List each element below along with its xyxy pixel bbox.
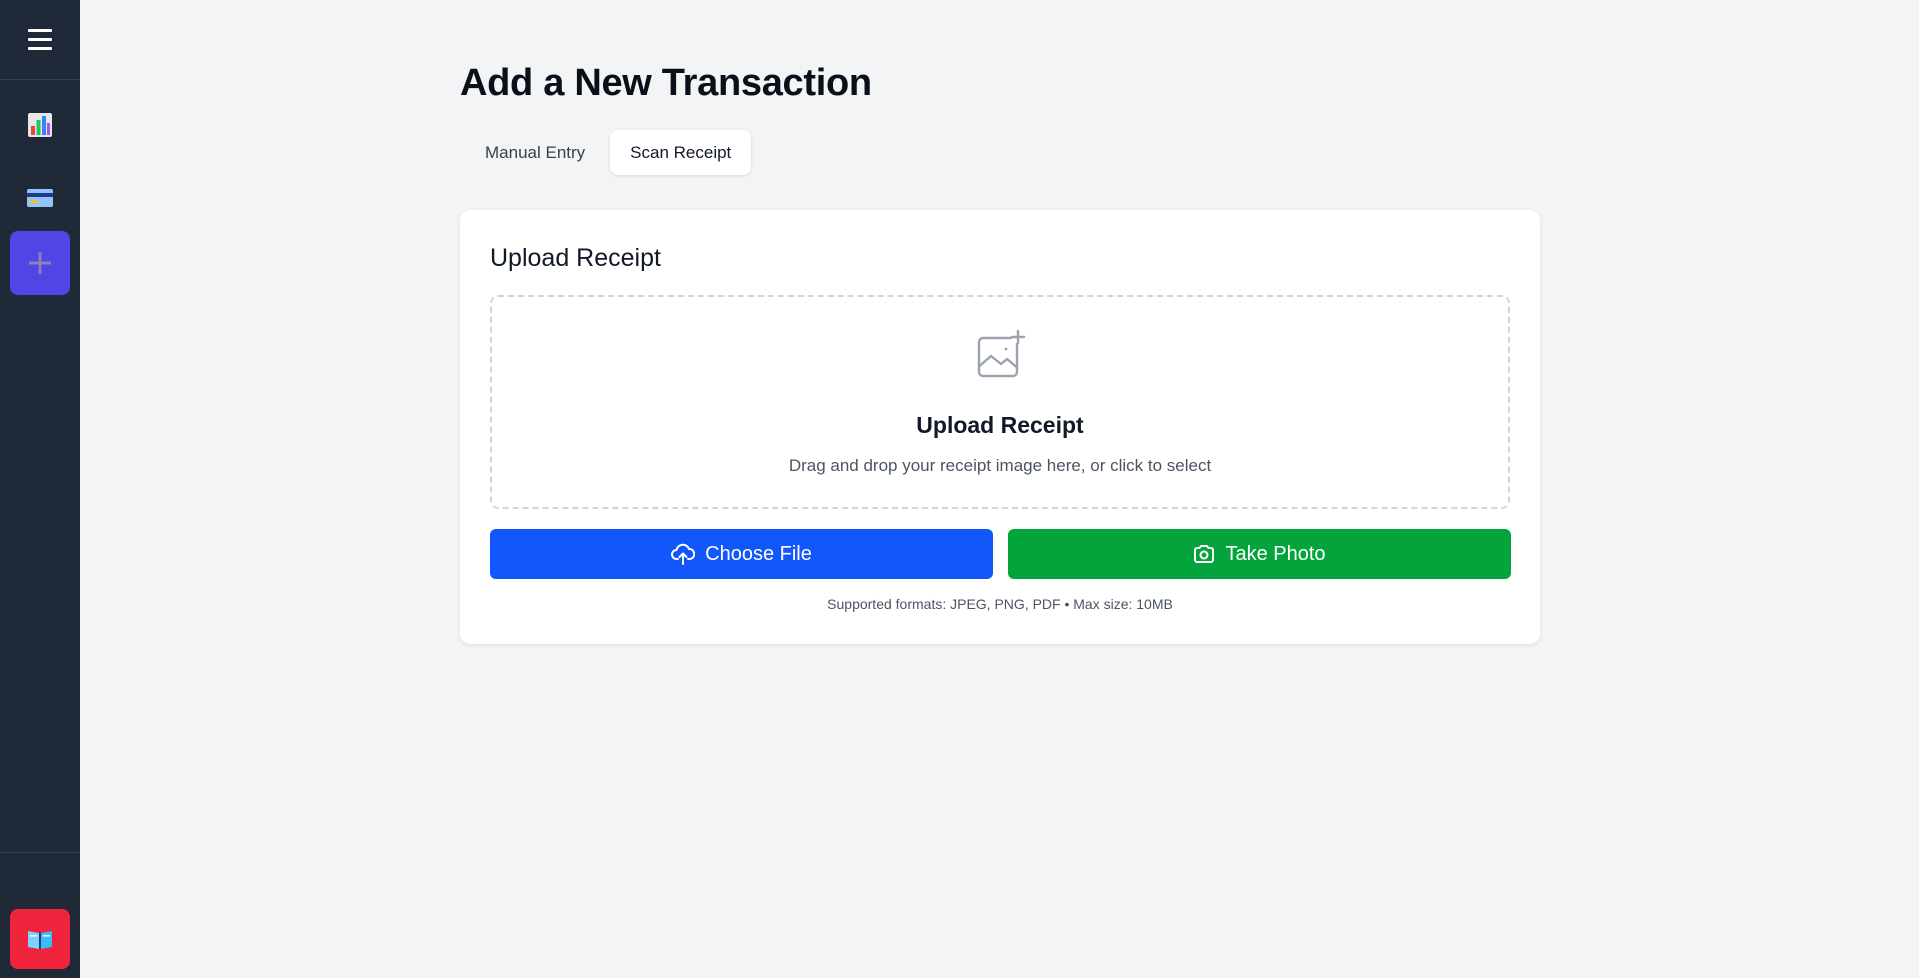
choose-file-button[interactable]: Choose File — [490, 529, 993, 579]
take-photo-button[interactable]: Take Photo — [1008, 529, 1511, 579]
upload-card: Upload Receipt Upload Receipt Drag and d… — [460, 210, 1540, 644]
sidebar-item-dashboard[interactable] — [10, 93, 70, 157]
tab-scan-receipt[interactable]: Scan Receipt — [610, 130, 752, 175]
book-icon — [28, 931, 52, 949]
cloud-upload-icon — [671, 543, 696, 565]
hamburger-menu-button[interactable] — [0, 0, 80, 80]
tab-bar: Manual Entry Scan Receipt — [460, 130, 752, 175]
sidebar-divider — [0, 852, 80, 853]
sidebar-item-transactions[interactable] — [10, 166, 70, 230]
plus-icon — [29, 252, 51, 274]
camera-icon — [1194, 545, 1215, 563]
hamburger-icon — [28, 29, 52, 50]
sidebar-item-add-transaction[interactable] — [10, 231, 70, 295]
receipt-dropzone[interactable]: Upload Receipt Drag and drop your receip… — [490, 295, 1510, 509]
image-add-icon — [977, 329, 1026, 378]
choose-file-label: Choose File — [705, 542, 812, 565]
card-title: Upload Receipt — [490, 244, 661, 272]
sidebar-help-button[interactable] — [10, 909, 70, 969]
take-photo-label: Take Photo — [1225, 542, 1326, 565]
dropzone-subtitle: Drag and drop your receipt image here, o… — [788, 456, 1212, 475]
credit-card-icon — [27, 189, 53, 207]
supported-formats-note: Supported formats: JPEG, PNG, PDF • Max … — [827, 596, 1173, 612]
page-title: Add a New Transaction — [460, 62, 872, 104]
bar-chart-icon — [28, 113, 52, 137]
dropzone-title: Upload Receipt — [916, 412, 1084, 438]
sidebar — [0, 0, 80, 978]
tab-manual-entry[interactable]: Manual Entry — [460, 130, 610, 175]
